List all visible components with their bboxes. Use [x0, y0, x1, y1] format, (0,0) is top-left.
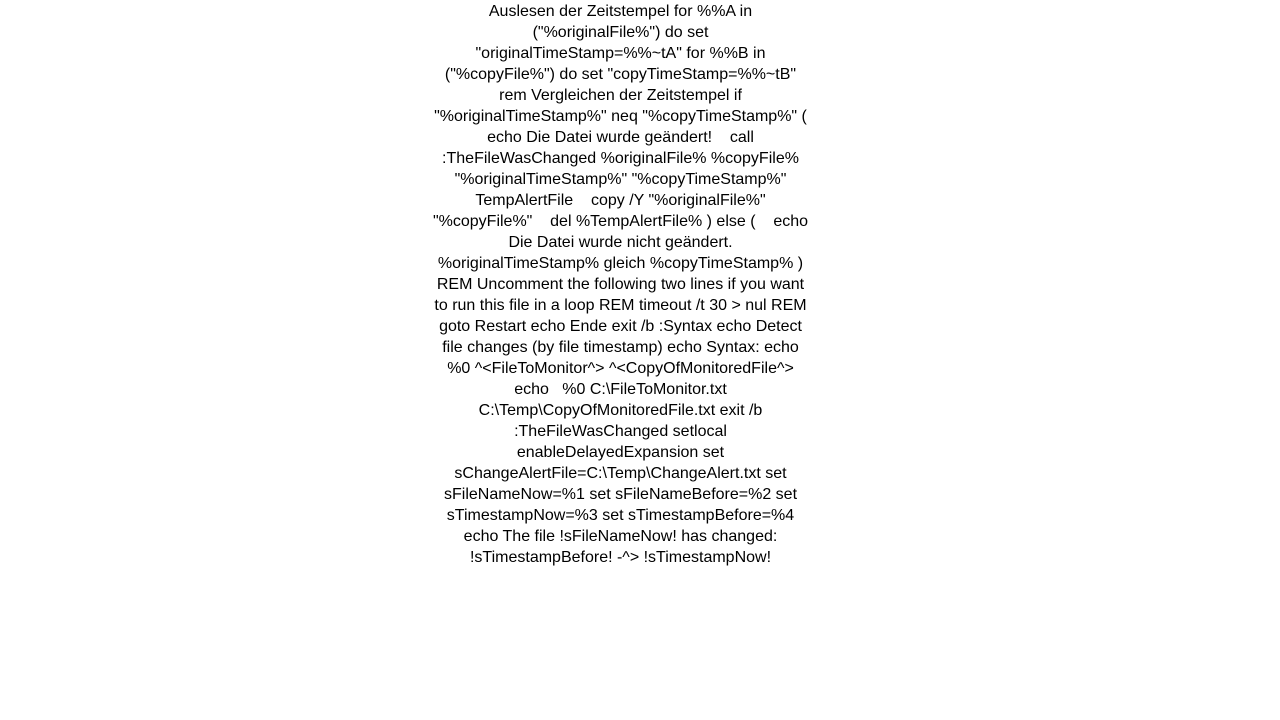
page-root: copy /Y "%originalFile%" "%copyFile%" re… [0, 0, 1280, 720]
text-viewport: copy /Y "%originalFile%" "%copyFile%" re… [430, 0, 811, 687]
batch-script-text: copy /Y "%originalFile%" "%copyFile%" re… [432, 3, 809, 566]
